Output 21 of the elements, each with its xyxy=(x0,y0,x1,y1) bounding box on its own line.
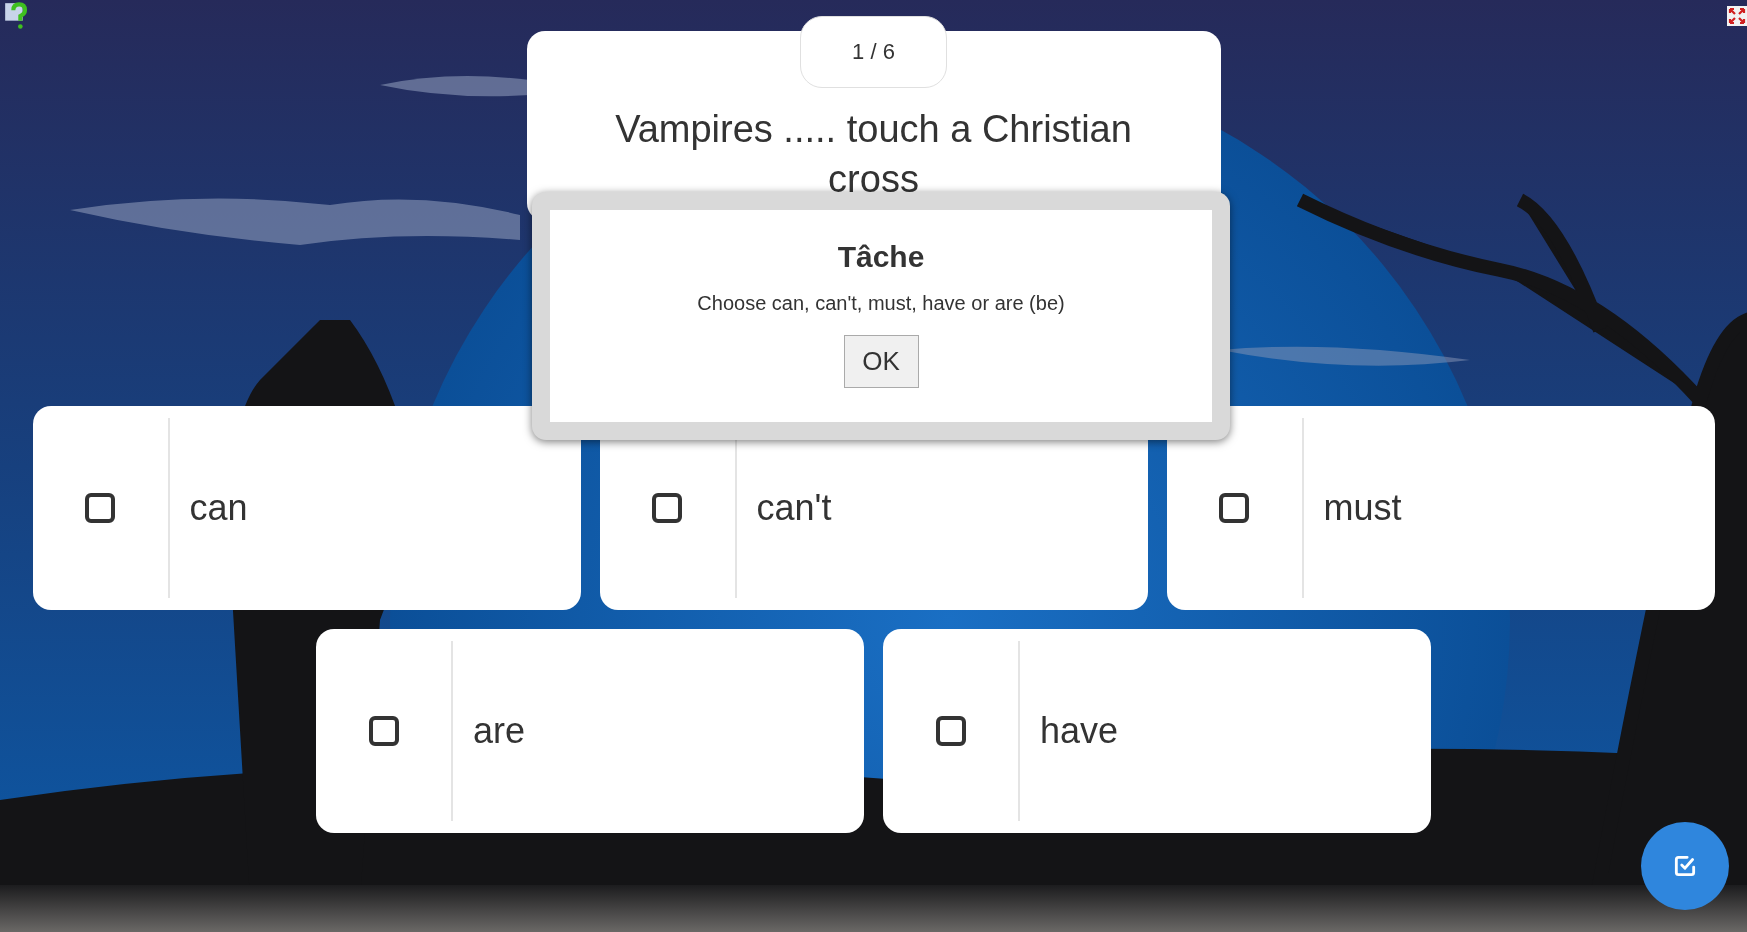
checkbox[interactable] xyxy=(368,716,399,746)
dialog-title: Tâche xyxy=(837,240,925,274)
ok-button[interactable]: OK xyxy=(843,335,919,388)
option-label: are xyxy=(473,710,526,752)
option-label: have xyxy=(1040,710,1119,752)
answer-option[interactable]: are xyxy=(316,629,864,833)
answer-option[interactable]: have xyxy=(883,629,1431,833)
checkbox[interactable] xyxy=(1219,493,1249,523)
question-counter: 1 / 6 xyxy=(800,16,947,88)
option-label: can xyxy=(189,487,248,529)
question-text: Vampires ..... touch a Christian cross xyxy=(614,107,1133,202)
answer-option[interactable]: must xyxy=(1166,406,1715,610)
checked-box-icon xyxy=(1672,853,1698,879)
checkbox[interactable] xyxy=(85,493,115,523)
fullscreen-icon[interactable] xyxy=(1727,6,1747,26)
option-label: can't xyxy=(756,487,832,529)
checkbox[interactable] xyxy=(652,493,682,523)
dialog-message: Choose can, can't, must, have or are (be) xyxy=(697,292,1065,315)
option-label: must xyxy=(1323,487,1402,529)
answer-option[interactable]: can xyxy=(32,406,581,610)
checkbox[interactable] xyxy=(935,716,966,746)
